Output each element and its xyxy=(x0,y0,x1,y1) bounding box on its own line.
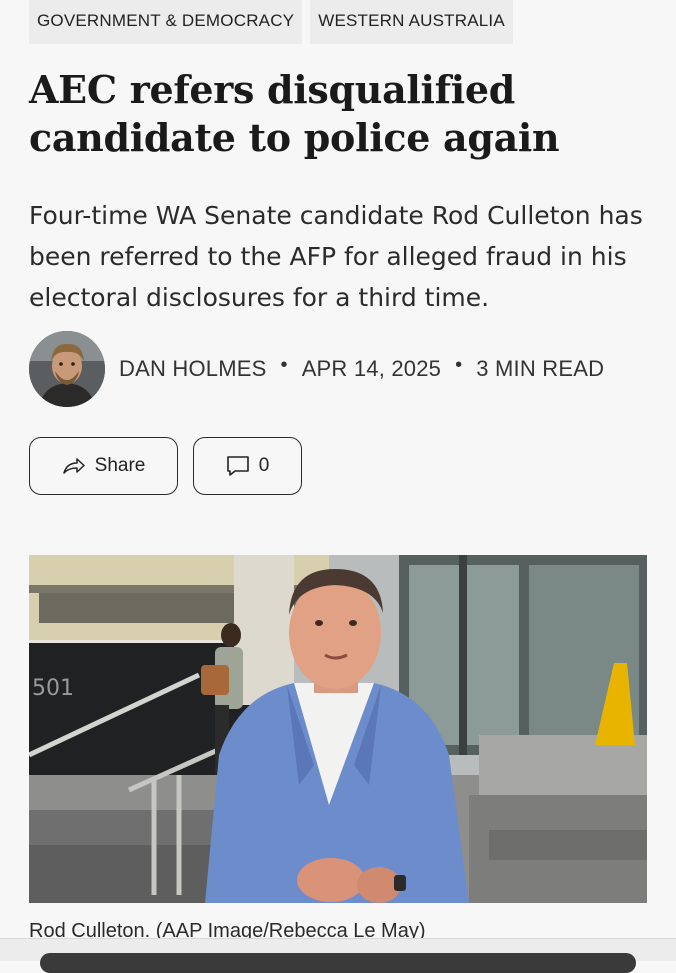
comments-button[interactable]: 0 xyxy=(193,437,302,495)
article-actions: Share 0 xyxy=(29,437,302,495)
read-time: 3 MIN READ xyxy=(476,356,605,381)
publish-date: APR 14, 2025 xyxy=(301,356,442,381)
share-arrow-icon xyxy=(62,458,85,474)
home-indicator[interactable] xyxy=(40,953,636,973)
comment-bubble-icon xyxy=(226,456,249,476)
share-label: Share xyxy=(94,455,146,476)
tag-western-australia[interactable]: WESTERN AUSTRALIA xyxy=(310,0,513,44)
author-avatar[interactable] xyxy=(29,331,105,407)
article-standfirst: Four-time WA Senate candidate Rod Cullet… xyxy=(29,201,643,312)
comment-count: 0 xyxy=(258,455,270,476)
tag-government-democracy[interactable]: GOVERNMENT & DEMOCRACY xyxy=(29,0,303,44)
article-photo[interactable]: 501 xyxy=(29,555,647,903)
author-name[interactable]: DAN HOLMES xyxy=(119,356,266,382)
share-button[interactable]: Share xyxy=(29,437,178,495)
byline-meta: DAN HOLMES • APR 14, 2025 • 3 MIN READ xyxy=(119,354,605,382)
separator-dot: • xyxy=(455,354,463,376)
building-number: 501 xyxy=(32,676,74,701)
article-tags: GOVERNMENT & DEMOCRACY WESTERN AUSTRALIA xyxy=(29,0,513,44)
separator-dot: • xyxy=(280,354,288,376)
byline: DAN HOLMES • APR 14, 2025 • 3 MIN READ xyxy=(29,331,604,407)
article-headline: AEC refers disqualified candidate to pol… xyxy=(29,67,560,160)
